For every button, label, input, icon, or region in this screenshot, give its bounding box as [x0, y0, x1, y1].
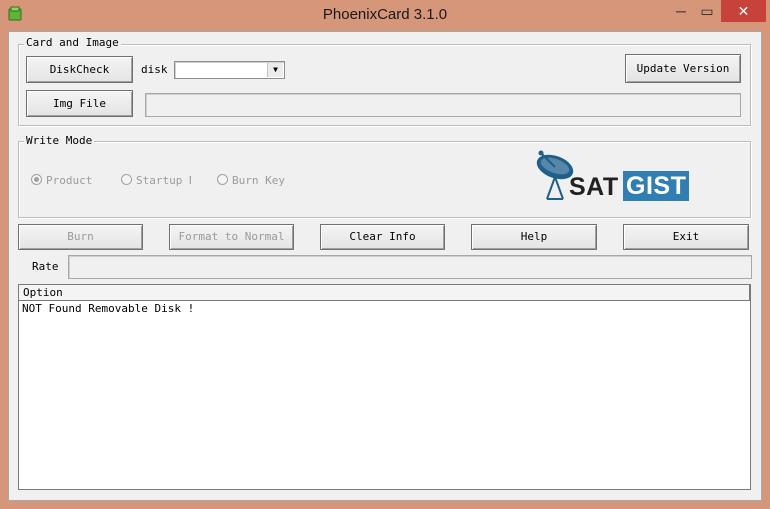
close-button[interactable]: ✕ [721, 0, 766, 22]
disk-select[interactable]: ▼ [174, 61, 285, 79]
radio-burn-key-indicator[interactable] [217, 174, 228, 185]
radio-product[interactable]: Product [31, 174, 92, 188]
dropdown-arrow-icon[interactable]: ▼ [267, 63, 283, 77]
img-file-path-field[interactable] [145, 93, 741, 117]
burn-button[interactable]: Burn [18, 224, 143, 250]
diskcheck-button[interactable]: DiskCheck [26, 56, 133, 83]
satgist-logo: SAT GIST [531, 147, 691, 207]
title-bar: PhoenixCard 3.1.0 ─ ▭ ✕ [0, 0, 770, 30]
card-and-image-legend: Card and Image [24, 36, 121, 49]
rate-label: Rate [32, 260, 59, 273]
logo-text-sat: SAT [569, 173, 619, 201]
maximize-button[interactable]: ▭ [694, 0, 720, 22]
window-title: PhoenixCard 3.1.0 [322, 6, 448, 23]
log-lines: NOT Found Removable Disk ! [19, 302, 750, 316]
radio-product-label: Product [46, 174, 93, 187]
app-window: PhoenixCard 3.1.0 ─ ▭ ✕ Card and Image D… [0, 0, 770, 509]
img-file-button[interactable]: Img File [26, 90, 133, 117]
write-mode-legend: Write Mode [24, 134, 95, 147]
log-line: NOT Found Removable Disk ! [22, 302, 195, 315]
help-button[interactable]: Help [471, 224, 597, 250]
clear-info-button[interactable]: Clear Info [320, 224, 445, 250]
radio-startup-label: Startup N [136, 174, 191, 187]
radio-burn-key[interactable]: Burn Key [217, 174, 285, 188]
log-list[interactable]: Option NOT Found Removable Disk ! [18, 284, 751, 490]
client-area: Card and Image DiskCheck disk ▼ Update V… [8, 31, 762, 501]
radio-startup[interactable]: Startup N [121, 174, 191, 188]
radio-burn-key-label: Burn Key [232, 174, 285, 187]
radio-startup-indicator[interactable] [121, 174, 132, 185]
rate-progress-bar [68, 255, 752, 279]
disk-label: disk [141, 63, 168, 76]
minimize-button[interactable]: ─ [668, 0, 694, 22]
format-to-normal-button[interactable]: Format to Normal [169, 224, 294, 250]
update-version-button[interactable]: Update Version [625, 54, 741, 83]
radio-product-indicator[interactable] [31, 174, 42, 185]
exit-button[interactable]: Exit [623, 224, 749, 250]
log-column-header-option[interactable]: Option [19, 285, 750, 301]
logo-text-gist: GIST [623, 171, 690, 201]
